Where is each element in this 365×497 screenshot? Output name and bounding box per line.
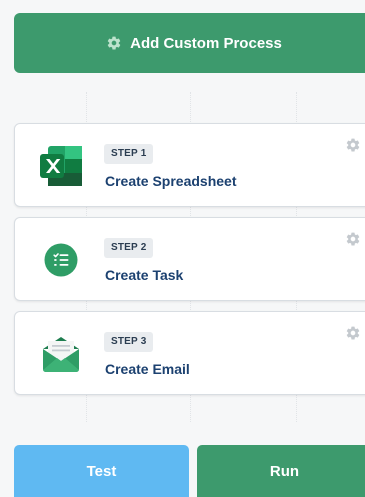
step-title: Create Spreadsheet (105, 173, 237, 189)
step-card-1[interactable]: STEP 1 Create Spreadsheet (14, 123, 365, 207)
gear-icon[interactable] (345, 325, 361, 341)
task-list-icon (37, 236, 85, 284)
add-custom-process-button[interactable]: Add Custom Process (14, 13, 365, 73)
email-icon (37, 330, 85, 378)
gear-icon[interactable] (345, 231, 361, 247)
add-custom-process-label: Add Custom Process (130, 34, 282, 52)
step-badge: STEP 3 (104, 332, 154, 352)
test-button[interactable]: Test (14, 445, 189, 497)
step-card-3[interactable]: STEP 3 Create Email (14, 311, 365, 395)
gear-icon (106, 35, 122, 51)
step-title: Create Email (105, 361, 190, 377)
step-card-2[interactable]: STEP 2 Create Task (14, 217, 365, 301)
step-title: Create Task (105, 267, 184, 283)
gear-icon[interactable] (345, 137, 361, 153)
step-badge: STEP 2 (104, 238, 154, 258)
excel-icon (37, 142, 85, 190)
run-button[interactable]: Run (197, 445, 365, 497)
step-badge: STEP 1 (104, 144, 154, 164)
